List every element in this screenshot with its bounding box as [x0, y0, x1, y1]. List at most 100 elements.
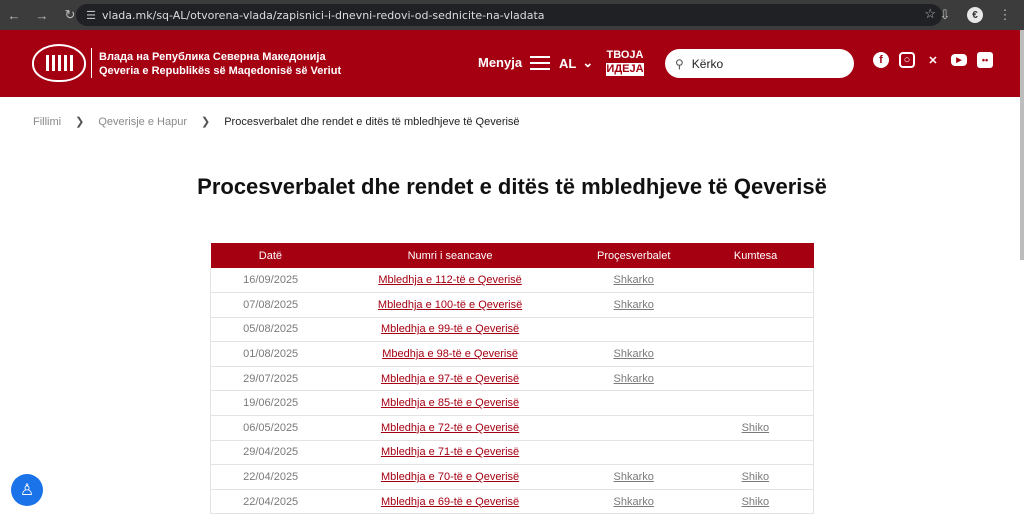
breadcrumb: Fillimi ❯ Qeverisje e Hapur ❯ Procesverb…	[33, 115, 520, 129]
view-conclusions-link[interactable]: Shiko	[742, 422, 770, 434]
logo-line-albanian: Qeveria e Republikës së Maqedonisë së Ve…	[99, 65, 342, 77]
table-body: 16/09/2025 Mbledhja e 112-të e Qeverisë Sh…	[210, 268, 814, 515]
profile-icon[interactable]: €	[964, 4, 986, 26]
cell-session: Mbledhja e 71-të e Qeverisë	[330, 440, 570, 466]
cell-minutes: Shkarko	[569, 489, 698, 515]
header-date: Datë	[210, 243, 331, 268]
cell-date: 22/04/2025	[210, 489, 331, 515]
table-row: 22/04/2025 Mbledhja e 69-të e Qeverisë Shk…	[210, 489, 814, 515]
view-conclusions-link[interactable]: Shiko	[742, 471, 770, 483]
cell-date: 06/05/2025	[210, 415, 331, 441]
session-link[interactable]: Mbledhja e 85-të e Qeverisë	[381, 397, 519, 409]
hamburger-icon	[530, 55, 551, 70]
download-minutes-link[interactable]: Shkarko	[614, 471, 654, 483]
cell-session: Mbledhja e 72-të e Qeverisë	[330, 415, 570, 441]
cell-minutes: Shkarko	[569, 292, 698, 318]
sessions-table: Datë Numri i seancave Proçesverbalet Kum…	[210, 243, 814, 515]
cell-conclusions: Shiko	[697, 415, 814, 441]
instagram-icon[interactable]: ○	[899, 52, 915, 68]
menu-button[interactable]: Menyja	[478, 55, 551, 70]
table-row: 22/04/2025 Mbledhja e 70-të e Qeverisë Shk…	[210, 464, 814, 490]
site-header: Влада на Република Северна Македонија Qe…	[0, 30, 1024, 97]
cell-date: 29/04/2025	[210, 440, 331, 466]
cell-minutes	[569, 440, 698, 466]
logo-text[interactable]: Влада на Република Северна Македонија Qe…	[99, 50, 341, 78]
search-icon: ⚲	[675, 56, 684, 71]
download-minutes-link[interactable]: Shkarko	[614, 299, 654, 311]
session-link[interactable]: Mbledhja e 71-të e Qeverisë	[381, 446, 519, 458]
download-minutes-link[interactable]: Shkarko	[614, 373, 654, 385]
session-link[interactable]: Mbledhja e 100-të e Qeverisë	[378, 299, 522, 311]
cell-date: 01/08/2025	[210, 341, 331, 367]
download-icon[interactable]: ⇩	[934, 4, 956, 26]
download-minutes-link[interactable]: Shkarko	[614, 496, 654, 508]
breadcrumb-open-government[interactable]: Qeverisje e Hapur	[98, 116, 187, 128]
cell-conclusions	[697, 366, 814, 392]
cell-conclusions	[697, 268, 814, 294]
cell-conclusions	[697, 440, 814, 466]
cell-date: 05/08/2025	[210, 317, 331, 343]
download-minutes-link[interactable]: Shkarko	[614, 274, 654, 286]
page-scrollbar[interactable]	[1020, 30, 1024, 260]
more-menu-icon[interactable]: ⋮	[994, 4, 1016, 26]
cell-date: 16/09/2025	[210, 268, 331, 294]
url-text[interactable]: vlada.mk/sq-AL/otvorena-vlada/zapisnici-…	[102, 9, 545, 22]
table-row: 29/07/2025 Mbledhja e 97-të e Qeverisë Shk…	[210, 366, 814, 392]
session-link[interactable]: Mbledhja e 99-të e Qeverisë	[381, 323, 519, 335]
cell-conclusions: Shiko	[697, 464, 814, 490]
social-links: f ○ ✕ ▶ ••	[873, 52, 993, 68]
search-input[interactable]: ⚲ Kërko	[665, 49, 854, 78]
breadcrumb-home[interactable]: Fillimi	[33, 116, 61, 128]
session-link[interactable]: Mbledhja e 112-të e Qeverisë	[378, 274, 522, 286]
cell-session: Mbledhja e 100-të e Qeverisë	[330, 292, 570, 318]
cell-session: Mbledhja e 112-të e Qeverisë	[330, 268, 570, 294]
youtube-icon[interactable]: ▶	[951, 54, 967, 66]
header-session: Numri i seancave	[330, 243, 570, 268]
cell-date: 22/04/2025	[210, 464, 331, 490]
cell-minutes	[569, 390, 698, 417]
session-link[interactable]: Mbledhja e 97-të e Qeverisë	[381, 373, 519, 385]
view-conclusions-link[interactable]: Shiko	[742, 496, 770, 508]
table-header-row: Datë Numri i seancave Proçesverbalet Kum…	[210, 243, 814, 268]
cell-date: 07/08/2025	[210, 292, 331, 318]
language-selector[interactable]: AL ⌄	[559, 55, 593, 71]
session-link[interactable]: Mbledhja e 72-të e Qeverisë	[381, 422, 519, 434]
logo-line-macedonian: Влада на Република Северна Македонија	[99, 51, 326, 63]
table-row: 05/08/2025 Mbledhja e 99-të e Qeverisë	[210, 317, 814, 343]
forward-arrow-icon[interactable]: →	[31, 4, 53, 26]
cell-minutes: Shkarko	[569, 268, 698, 294]
session-link[interactable]: Mbedhja e 98-të e Qeverisë	[382, 348, 518, 360]
flickr-icon[interactable]: ••	[977, 52, 993, 68]
cell-session: Mbledhja e 69-të e Qeverisë	[330, 489, 570, 515]
menu-label: Menyja	[478, 55, 523, 70]
accessibility-icon[interactable]: ♙	[11, 474, 43, 506]
tvoja-ideja-link[interactable]: ТВОЈА ИДЕЈА	[606, 49, 644, 76]
session-link[interactable]: Mbledhja e 70-të e Qeverisë	[381, 471, 519, 483]
cell-conclusions	[697, 390, 814, 417]
back-arrow-icon[interactable]: ←	[3, 4, 25, 26]
cell-minutes	[569, 415, 698, 441]
site-settings-icon[interactable]: ☰	[80, 4, 102, 26]
cell-session: Mbedhja e 98-të e Qeverisë	[330, 341, 570, 367]
government-emblem-logo[interactable]	[32, 44, 86, 82]
chevron-right-icon: ❯	[75, 116, 85, 128]
breadcrumb-current: Procesverbalet dhe rendet e ditës të mbl…	[224, 115, 520, 128]
table-row: 06/05/2025 Mbledhja e 72-të e Qeverisë Shi…	[210, 415, 814, 441]
address-bar[interactable]: ☰ vlada.mk/sq-AL/otvorena-vlada/zapisnic…	[76, 4, 942, 26]
table-row: 19/06/2025 Mbledhja e 85-të e Qeverisë	[210, 390, 814, 417]
cell-date: 19/06/2025	[210, 390, 331, 417]
x-icon[interactable]: ✕	[925, 52, 941, 68]
cell-minutes	[569, 317, 698, 343]
table-row: 07/08/2025 Mbledhja e 100-të e Qeverisë Sh…	[210, 292, 814, 318]
header-minutes: Proçesverbalet	[569, 243, 698, 268]
session-link[interactable]: Mbledhja e 69-të e Qeverisë	[381, 496, 519, 508]
chevron-right-icon: ❯	[200, 116, 211, 128]
cell-minutes: Shkarko	[569, 366, 698, 392]
header-conclusions: Kumtesa	[697, 243, 814, 268]
download-minutes-link[interactable]: Shkarko	[614, 348, 654, 360]
profile-avatar: €	[967, 7, 983, 23]
table-row: 01/08/2025 Mbedhja e 98-të e Qeverisë Shka…	[210, 341, 814, 367]
cell-session: Mbledhja e 97-të e Qeverisë	[330, 366, 570, 392]
facebook-icon[interactable]: f	[873, 52, 889, 68]
cell-minutes: Shkarko	[569, 341, 698, 367]
